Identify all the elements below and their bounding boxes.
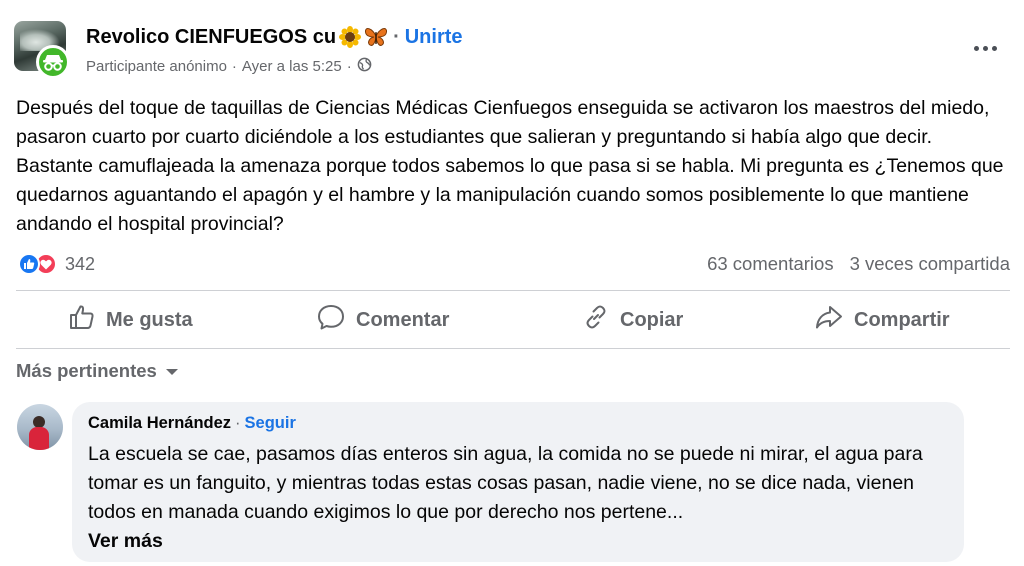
reaction-count: 342 (65, 253, 96, 274)
separator-dot: · (346, 57, 352, 75)
group-avatar[interactable] (14, 21, 70, 79)
comment-text: La escuela se cae, pasamos días enteros … (88, 443, 923, 523)
comment-button[interactable]: Comentar (316, 296, 449, 344)
follow-link[interactable]: Seguir (245, 414, 296, 433)
like-button[interactable]: Me gusta (68, 296, 193, 344)
caret-down-icon (165, 360, 179, 382)
shares-count[interactable]: 3 veces compartida (850, 253, 1010, 275)
comment-label: Comentar (356, 308, 450, 331)
post-timestamp[interactable]: Ayer a las 5:25 (242, 58, 342, 75)
comment-bubble-icon (316, 303, 346, 337)
share-button[interactable]: Compartir (814, 296, 950, 344)
facebook-post: Revolico CIENFUEGOS cu · Unirte Particip… (0, 0, 1024, 566)
separator-dot: · (393, 25, 400, 48)
post-title-line: Revolico CIENFUEGOS cu · Unirte (86, 24, 463, 50)
globe-icon (357, 57, 372, 76)
comment-header: Camila Hernández · Seguir (88, 412, 948, 434)
sort-label: Más pertinentes (16, 360, 157, 381)
group-name[interactable]: Revolico CIENFUEGOS cu (86, 26, 336, 49)
divider (16, 348, 1010, 349)
butterfly-icon (364, 26, 388, 48)
more-dot (991, 45, 997, 51)
more-options-button[interactable] (970, 38, 1000, 58)
see-more-link[interactable]: Ver más (88, 527, 948, 556)
separator-dot: · (231, 57, 237, 75)
commenter-name[interactable]: Camila Hernández (88, 414, 231, 433)
share-arrow-icon (814, 303, 844, 337)
author-name[interactable]: Participante anónimo (86, 58, 227, 75)
anonymous-participant-icon (36, 45, 70, 79)
join-group-link[interactable]: Unirte (405, 26, 463, 49)
thumbs-up-icon (68, 303, 96, 337)
reactions-summary[interactable]: 342 (18, 252, 95, 276)
like-reaction-icon (18, 253, 40, 275)
more-dot (982, 45, 988, 51)
comments-count[interactable]: 63 comentarios (707, 253, 833, 275)
comment-bubble: Camila Hernández · Seguir La escuela se … (72, 402, 964, 562)
more-dot (973, 45, 979, 51)
sunflower-icon (339, 26, 362, 48)
link-icon (582, 303, 610, 337)
commenter-avatar[interactable] (17, 404, 63, 450)
like-label: Me gusta (106, 308, 193, 331)
action-bar: Me gusta Comentar Copiar Compartir (16, 296, 1010, 344)
post-stats: 63 comentarios 3 veces compartida (707, 252, 1010, 276)
copy-label: Copiar (620, 308, 684, 331)
divider (16, 290, 1010, 291)
comment-sort-dropdown[interactable]: Más pertinentes (16, 358, 179, 384)
post-meta: Participante anónimo · Ayer a las 5:25 · (86, 56, 372, 76)
separator-dot: · (235, 413, 241, 432)
post-text: Después del toque de taquillas de Cienci… (16, 97, 1004, 235)
share-label: Compartir (854, 308, 950, 331)
copy-link-button[interactable]: Copiar (582, 296, 683, 344)
